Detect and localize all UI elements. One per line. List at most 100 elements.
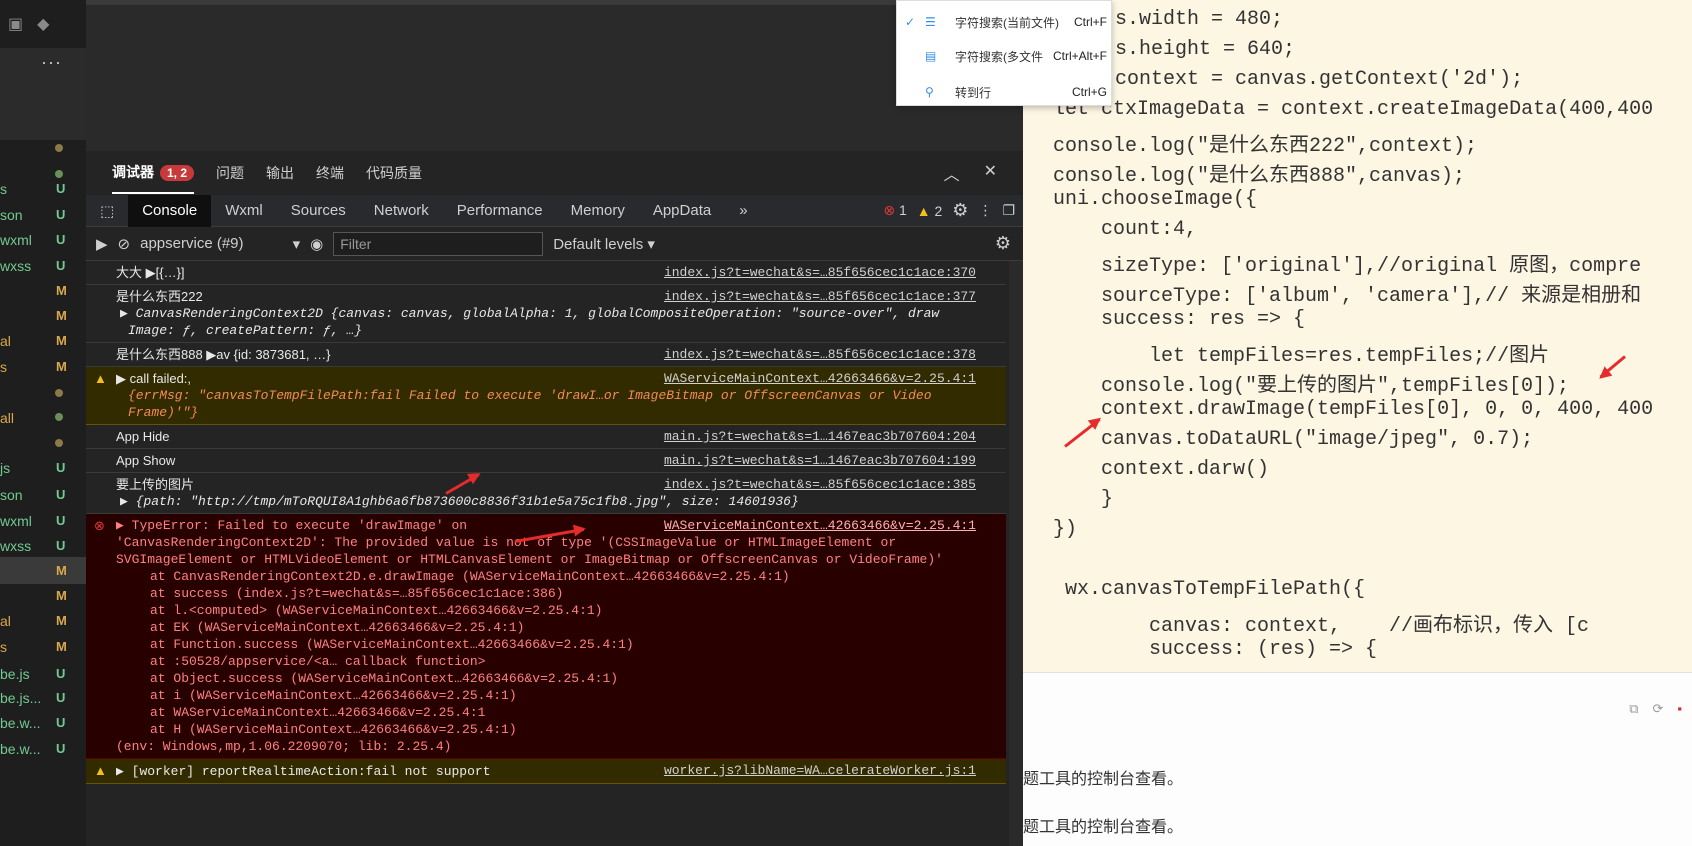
console-settings-icon[interactable]: ⚙ (995, 233, 1023, 254)
log-entry[interactable]: 要上传的图片 ▶ {path: "http://tmp/mToRQUI8A1gh… (86, 473, 1006, 514)
log-source-link[interactable]: index.js?t=wechat&s=…85f656cec1c1ace:378 (664, 346, 976, 363)
code-line[interactable]: sourceType: ['album', 'camera'],// 来源是相册… (1053, 278, 1641, 308)
code-line[interactable]: sizeType: ['original'],//original 原图，com… (1053, 248, 1641, 278)
stack-frame[interactable]: at WAServiceMainContext…42663466&v=2.25.… (116, 704, 1006, 721)
tab-output[interactable]: 输出 (266, 163, 294, 183)
log-entry[interactable]: App Show main.js?t=wechat&s=1…1467eac3b7… (86, 449, 1006, 473)
kebab-menu-icon[interactable]: ⋮ (978, 202, 992, 219)
code-line[interactable]: canvas.toDataURL("image/jpeg", 0.7); (1053, 428, 1533, 451)
clear-console-icon[interactable]: ⊘ (118, 235, 131, 253)
code-line[interactable]: console.log("是什么东西222",context); (1053, 128, 1477, 158)
error-count[interactable]: ⊗ 1 (883, 202, 906, 219)
warning-entry[interactable]: ▲ ▶ [worker] reportRealtimeAction:fail n… (86, 759, 1006, 784)
code-line[interactable]: let ctxImageData = context.createImageDa… (1053, 98, 1653, 121)
tree-item[interactable]: js U (0, 454, 86, 481)
code-line[interactable]: canvas: context, //画布标识，传入 [c (1053, 608, 1589, 638)
log-entry[interactable]: 大大 ▶[{…}] index.js?t=wechat&s=…85f656cec… (86, 261, 1006, 285)
tree-item[interactable]: be.w... U (0, 709, 86, 736)
inspect-icon[interactable]: ⬚ (86, 195, 128, 227)
close-output-icon[interactable]: ▪ (1677, 701, 1682, 717)
tab-performance[interactable]: Performance (443, 195, 557, 227)
stack-frame[interactable]: at l.<computed> (WAServiceMainContext…42… (116, 602, 1006, 619)
stack-frame[interactable]: at EK (WAServiceMainContext…42663466&v=2… (116, 619, 1006, 636)
tab-code-quality[interactable]: 代码质量 (366, 163, 422, 183)
tab-appdata[interactable]: AppData (639, 195, 725, 227)
stack-frame[interactable]: at i (WAServiceMainContext…42663466&v=2.… (116, 687, 1006, 704)
code-line[interactable]: let tempFiles=res.tempFiles;//图片 (1053, 338, 1549, 368)
code-line[interactable]: context.darw() (1053, 458, 1269, 481)
menu-item-search-current[interactable]: ✓ ☰ 字符搜索(当前文件) Ctrl+F (897, 7, 1113, 37)
settings-icon[interactable]: ⚙ (952, 200, 968, 221)
close-icon[interactable]: ✕ (984, 161, 997, 185)
tree-item[interactable]: wxss U (0, 252, 86, 279)
sidebar-toggle-icon[interactable]: ▶ (96, 235, 108, 253)
stack-frame[interactable]: at CanvasRenderingContext2D.e.drawImage … (116, 568, 1006, 585)
tree-item[interactable] (0, 430, 86, 457)
log-source-link[interactable]: worker.js?libName=WA…celerateWorker.js:1 (664, 762, 976, 779)
more-tabs-icon[interactable]: » (725, 195, 761, 227)
code-line[interactable]: wx.canvasToTempFilePath({ (1053, 578, 1365, 601)
tree-item[interactable]: M (0, 557, 86, 584)
code-line[interactable]: uni.chooseImage({ (1053, 188, 1257, 211)
log-entry[interactable]: App Hide main.js?t=wechat&s=1…1467eac3b7… (86, 425, 1006, 449)
tree-item[interactable]: son U (0, 201, 86, 228)
log-entry[interactable]: 是什么东西888 ▶av {id: 3873681, …} index.js?t… (86, 343, 1006, 367)
console-scrollbar[interactable] (1009, 261, 1023, 846)
code-line[interactable]: s.width = 480; (1115, 8, 1283, 31)
tree-item[interactable]: wxml U (0, 507, 86, 534)
tab-problems[interactable]: 问题 (216, 163, 244, 183)
menu-item-search-multi[interactable]: ▤ 字符搜索(多文件 Ctrl+Alt+F (897, 41, 1113, 71)
log-source-link[interactable]: main.js?t=wechat&s=1…1467eac3b707604:204 (664, 428, 976, 445)
log-source-link[interactable]: index.js?t=wechat&s=…85f656cec1c1ace:370 (664, 264, 976, 281)
docker-icon[interactable]: ◆ (37, 14, 49, 34)
more-options-icon[interactable]: ··· (41, 52, 62, 73)
code-line[interactable]: } (1053, 488, 1113, 511)
tab-console[interactable]: Console (128, 194, 212, 227)
code-line[interactable]: context.drawImage(tempFiles[0], 0, 0, 40… (1053, 398, 1653, 421)
log-source-link[interactable]: index.js?t=wechat&s=…85f656cec1c1ace:385 (664, 476, 976, 493)
tree-item[interactable]: all (0, 404, 86, 431)
stack-frame[interactable]: at H (WAServiceMainContext…42663466&v=2.… (116, 721, 1006, 738)
code-editor[interactable]: s.width = 480; s.height = 640; context = c… (1023, 0, 1692, 672)
tab-terminal[interactable]: 终端 (316, 163, 344, 183)
code-line[interactable]: console.log("要上传的图片",tempFiles[0]); (1053, 368, 1569, 398)
stack-frame[interactable]: at Object.success (WAServiceMainContext…… (116, 670, 1006, 687)
tree-item[interactable]: wxss U (0, 532, 86, 559)
save-icon[interactable]: ▣ (8, 14, 23, 34)
code-line[interactable]: context = canvas.getContext('2d'); (1115, 68, 1523, 91)
context-select[interactable]: appservice (#9) ▾ (140, 235, 300, 253)
tab-memory[interactable]: Memory (557, 195, 639, 227)
tree-item[interactable]: be.js... U (0, 684, 86, 711)
copy-icon[interactable]: ⧉ (1629, 701, 1638, 717)
tree-item[interactable]: M (0, 277, 86, 304)
menu-item-goto-line[interactable]: ⚲ 转到行 Ctrl+G (897, 77, 1113, 107)
log-source-link[interactable]: main.js?t=wechat&s=1…1467eac3b707604:199 (664, 452, 976, 469)
log-source-link[interactable]: WAServiceMainContext…42663466&v=2.25.4:1 (664, 370, 976, 387)
log-source-link[interactable]: WAServiceMainContext…42663466&v=2.25.4:1 (664, 517, 976, 534)
log-object[interactable]: ▶ CanvasRenderingContext2D {canvas: canv… (116, 305, 1006, 322)
tab-wxml[interactable]: Wxml (211, 195, 277, 227)
code-line[interactable]: s.height = 640; (1115, 38, 1295, 61)
log-entry[interactable]: 是什么东西222 ▶ CanvasRenderingContext2D {can… (86, 285, 1006, 343)
code-line[interactable]: }) (1053, 518, 1077, 541)
log-source-link[interactable]: index.js?t=wechat&s=…85f656cec1c1ace:377 (664, 288, 976, 305)
code-line[interactable]: console.log("是什么东西888",canvas); (1053, 158, 1465, 188)
tab-debugger[interactable]: 调试器 1, 2 (112, 152, 195, 194)
eye-icon[interactable]: ◉ (310, 235, 323, 253)
tree-item[interactable]: son U (0, 481, 86, 508)
tree-item[interactable]: sU (0, 175, 86, 202)
refresh-icon[interactable]: ⟳ (1652, 701, 1663, 717)
tree-item[interactable]: M (0, 302, 86, 329)
warning-entry[interactable]: ▲ ▶ call failed:, {errMsg: "canvasToTemp… (86, 367, 1006, 425)
tree-item[interactable]: sM (0, 353, 86, 380)
tab-network[interactable]: Network (360, 195, 443, 227)
tree-item[interactable]: be.w... U (0, 735, 86, 762)
tree-item[interactable]: sM (0, 633, 86, 660)
tree-item[interactable]: al M (0, 607, 86, 634)
collapse-icon[interactable]: ︿ (944, 161, 960, 185)
code-line[interactable]: success: res => { (1053, 308, 1305, 331)
code-line[interactable]: count:4, (1053, 218, 1197, 241)
tree-item[interactable] (0, 380, 86, 407)
tab-sources[interactable]: Sources (277, 195, 360, 227)
log-object[interactable]: ▶ {path: "http://tmp/mToRQUI8A1ghb6a6fb8… (116, 493, 1006, 510)
